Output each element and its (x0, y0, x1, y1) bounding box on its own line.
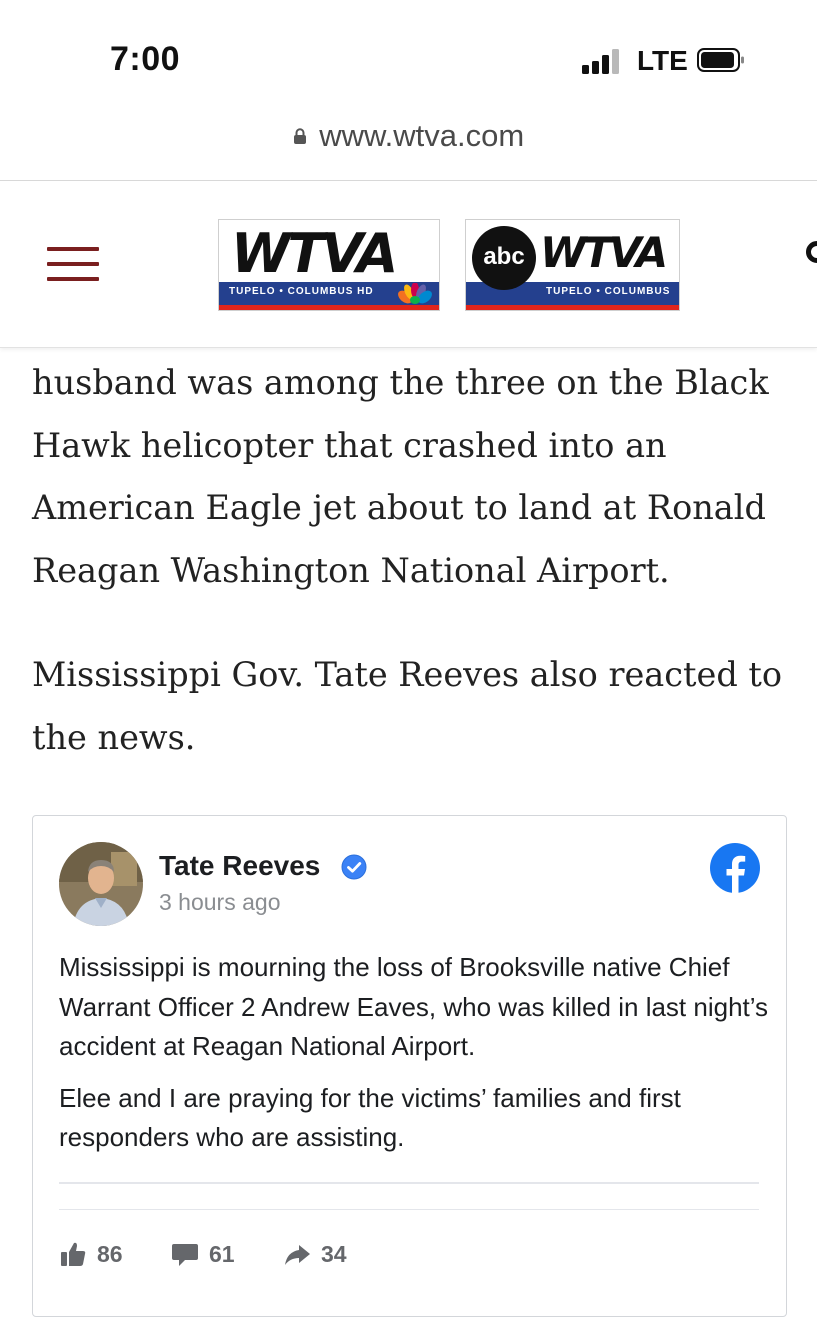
abc-network-badge: abc (472, 226, 536, 290)
comment-icon (172, 1244, 198, 1266)
hamburger-menu-icon[interactable] (47, 247, 99, 281)
logo-subtitle: TUPELO • COLUMBUS (546, 286, 671, 297)
wtva-nbc-logo[interactable]: WTVA TUPELO • COLUMBUS HD (218, 219, 440, 311)
status-time: 7:00 (110, 40, 181, 78)
address-bar[interactable]: www.wtva.com (0, 118, 817, 170)
battery-icon (697, 48, 744, 72)
site-header: WTVA TUPELO • COLUMBUS HD abc WTVA TUPEL… (0, 181, 817, 348)
post-paragraph: Elee and I are praying for the victims’ … (59, 1082, 681, 1153)
share-button[interactable]: 34 (283, 1236, 347, 1272)
share-count: 34 (321, 1240, 347, 1267)
search-icon[interactable] (806, 241, 817, 263)
share-arrow-icon (285, 1245, 310, 1265)
wtva-abc-logo[interactable]: abc WTVA TUPELO • COLUMBUS (465, 219, 680, 311)
avatar[interactable] (59, 842, 143, 926)
article-paragraph: Mississippi Gov. Tate Reeves also reacte… (32, 654, 783, 757)
nbc-peacock-icon (398, 283, 432, 304)
post-timestamp[interactable]: 3 hours ago (159, 889, 280, 916)
thumbs-up-icon (61, 1242, 86, 1266)
post-paragraph: Mississippi is mourning the loss of Broo… (59, 952, 769, 1061)
avatar-image (59, 842, 143, 926)
post-body: Mississippi is mourning the loss of Broo… (59, 948, 769, 1158)
status-bar: 7:00 LTE (0, 0, 817, 110)
comment-button[interactable]: 61 (171, 1236, 235, 1272)
url-text: www.wtva.com (319, 118, 525, 153)
facebook-post-embed[interactable]: Tate Reeves 3 hours ago Mississippi is m… (32, 815, 787, 1317)
logo-wordmark: WTVA (540, 228, 668, 277)
like-button[interactable]: 86 (59, 1236, 123, 1272)
lock-icon (293, 128, 306, 144)
logo-strip: TUPELO • COLUMBUS HD (219, 282, 439, 310)
divider (59, 1182, 759, 1184)
network-type: LTE (637, 45, 688, 76)
post-author[interactable]: Tate Reeves (159, 850, 320, 882)
cellular-signal-icon (582, 48, 622, 74)
article-body: husband was among the three on the Black… (32, 352, 802, 769)
facebook-logo-icon[interactable] (709, 842, 761, 894)
article-paragraph: husband was among the three on the Black… (32, 363, 769, 591)
like-count: 86 (97, 1240, 123, 1267)
logo-wordmark: WTVA (231, 222, 398, 285)
verified-badge-icon (341, 854, 367, 880)
comment-count: 61 (209, 1240, 235, 1267)
divider (59, 1209, 759, 1210)
logo-subtitle: TUPELO • COLUMBUS HD (229, 286, 374, 297)
